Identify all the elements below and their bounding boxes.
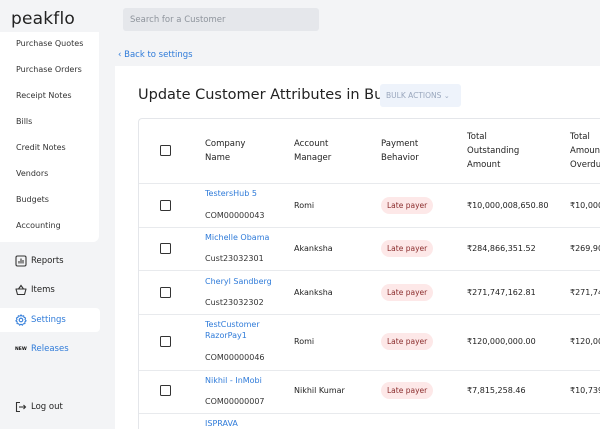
sidebar-nav-items[interactable]: Items (0, 278, 100, 302)
sidebar-item-receipt-notes[interactable]: Receipt Notes (16, 91, 72, 100)
company-link[interactable]: ISPRAVA (205, 419, 238, 428)
header-line: Overdue (570, 160, 600, 170)
back-link-text: Back to settings (124, 50, 193, 60)
payment-behavior-badge: Late payer (381, 197, 434, 214)
sidebar-nav-label: Releases (31, 344, 69, 354)
outstanding-amount: ₹120,000,000.00 (467, 337, 536, 346)
customers-table: Company Name Account Manager Payment Behavi… (138, 118, 600, 429)
back-to-settings-link[interactable]: ‹ Back to settings (118, 50, 193, 60)
header-line: Name (205, 153, 231, 163)
company-link-line2[interactable]: RazorPay1 (205, 331, 247, 340)
sidebar-item-purchase-orders[interactable]: Purchase Orders (16, 65, 82, 74)
overdue-amount: ₹120,000,000.00 (570, 337, 600, 346)
logout-button[interactable]: Log out (0, 395, 100, 419)
outstanding-amount: ₹10,000,008,650.80 (467, 201, 549, 210)
outstanding-amount: ₹284,866,351.52 (467, 244, 536, 253)
logout-label: Log out (31, 402, 63, 412)
sidebar-nav-label: Reports (31, 256, 64, 266)
header-line: Amount (467, 160, 501, 170)
row-divider (139, 370, 600, 371)
account-manager: Romi (294, 201, 315, 210)
header-line: Payment (381, 139, 419, 149)
bulk-actions-label: BULK ACTIONS (386, 91, 442, 100)
account-manager: Akanksha (294, 288, 333, 297)
payment-behavior-badge: Late payer (381, 284, 434, 301)
header-total-outstanding[interactable]: Total Outstanding Amount (467, 130, 519, 172)
gear-icon (15, 314, 27, 326)
company-link[interactable]: Nikhil - InMobi (205, 376, 262, 385)
company-link[interactable]: TestCustomer (205, 320, 260, 329)
header-account-manager[interactable]: Account Manager (294, 137, 331, 165)
account-manager: Nikhil Kumar (294, 386, 345, 395)
header-line: Total (467, 132, 487, 142)
company-link[interactable]: TestersHub 5 (205, 189, 257, 198)
customer-code: Cust23032301 (205, 254, 264, 263)
sidebar-item-credit-notes[interactable]: Credit Notes (16, 143, 66, 152)
row-divider (139, 270, 600, 271)
header-company-name[interactable]: Company Name (205, 137, 245, 165)
row-divider (139, 227, 600, 228)
reports-icon (15, 255, 27, 267)
outstanding-amount: ₹271,747,162.81 (467, 288, 536, 297)
header-line: Amount (570, 146, 600, 156)
row-divider (139, 314, 600, 315)
company-link[interactable]: Michelle Obama (205, 233, 269, 242)
customer-code: COM00000046 (205, 353, 265, 362)
header-line: Behavior (381, 153, 419, 163)
customer-code: COM00000043 (205, 211, 265, 220)
header-total-overdue[interactable]: Total Amount Overdue (570, 130, 600, 172)
header-line: Account (294, 139, 329, 149)
logout-icon (15, 401, 27, 413)
sidebar-item-budgets[interactable]: Budgets (16, 195, 49, 204)
sidebar-item-accounting[interactable]: Accounting (16, 221, 61, 230)
header-line: Total (570, 132, 590, 142)
sidebar-nav-releases[interactable]: NEW Releases (0, 337, 100, 361)
sidebar-nav-label: Settings (31, 315, 66, 325)
account-manager: Akanksha (294, 244, 333, 253)
header-line: Outstanding (467, 146, 520, 156)
account-manager: Romi (294, 337, 315, 346)
overdue-amount: ₹10,739,000.00 (570, 386, 600, 395)
row-checkbox[interactable] (160, 385, 171, 396)
row-checkbox[interactable] (160, 200, 171, 211)
row-checkbox[interactable] (160, 287, 171, 298)
basket-icon (15, 284, 27, 296)
customer-code: COM00000007 (205, 397, 265, 406)
customer-code: Cust23032302 (205, 298, 264, 307)
customer-search-input[interactable] (123, 8, 319, 31)
app-logo[interactable]: peakflo (11, 9, 75, 29)
sidebar-nav-settings[interactable]: Settings (0, 308, 100, 332)
row-divider (139, 183, 600, 184)
overdue-amount: ₹10,000,008,650.80 (570, 201, 600, 210)
header-line: Manager (294, 153, 332, 163)
sidebar-item-purchase-quotes[interactable]: Purchase Quotes (16, 39, 83, 48)
chevron-down-icon: ⌄ (443, 92, 450, 100)
sidebar-menu-card: Purchase Quotes Purchase Orders Receipt … (0, 32, 99, 242)
row-checkbox[interactable] (160, 336, 171, 347)
sidebar-item-vendors[interactable]: Vendors (16, 169, 48, 178)
row-divider (139, 413, 600, 414)
new-badge-icon: NEW (15, 347, 27, 352)
payment-behavior-badge: Late payer (381, 333, 434, 350)
header-payment-behavior[interactable]: Payment Behavior (381, 137, 419, 165)
payment-behavior-badge: Late payer (381, 382, 434, 399)
sidebar-nav-reports[interactable]: Reports (0, 249, 100, 273)
overdue-amount: ₹271,747,162.81 (570, 288, 600, 297)
payment-behavior-badge: Late payer (381, 240, 434, 257)
sidebar-item-bills[interactable]: Bills (16, 117, 32, 126)
page-title: Update Customer Attributes in Bulk (138, 87, 396, 103)
header-line: Company (205, 139, 246, 149)
overdue-amount: ₹269,900,000.00 (570, 244, 600, 253)
row-checkbox[interactable] (160, 243, 171, 254)
bulk-actions-dropdown[interactable]: BULK ACTIONS ⌄ (380, 84, 461, 107)
company-link[interactable]: Cheryl Sandberg (205, 277, 272, 286)
sidebar-nav-label: Items (31, 285, 55, 295)
select-all-checkbox[interactable] (160, 145, 171, 156)
outstanding-amount: ₹7,815,258.46 (467, 386, 526, 395)
